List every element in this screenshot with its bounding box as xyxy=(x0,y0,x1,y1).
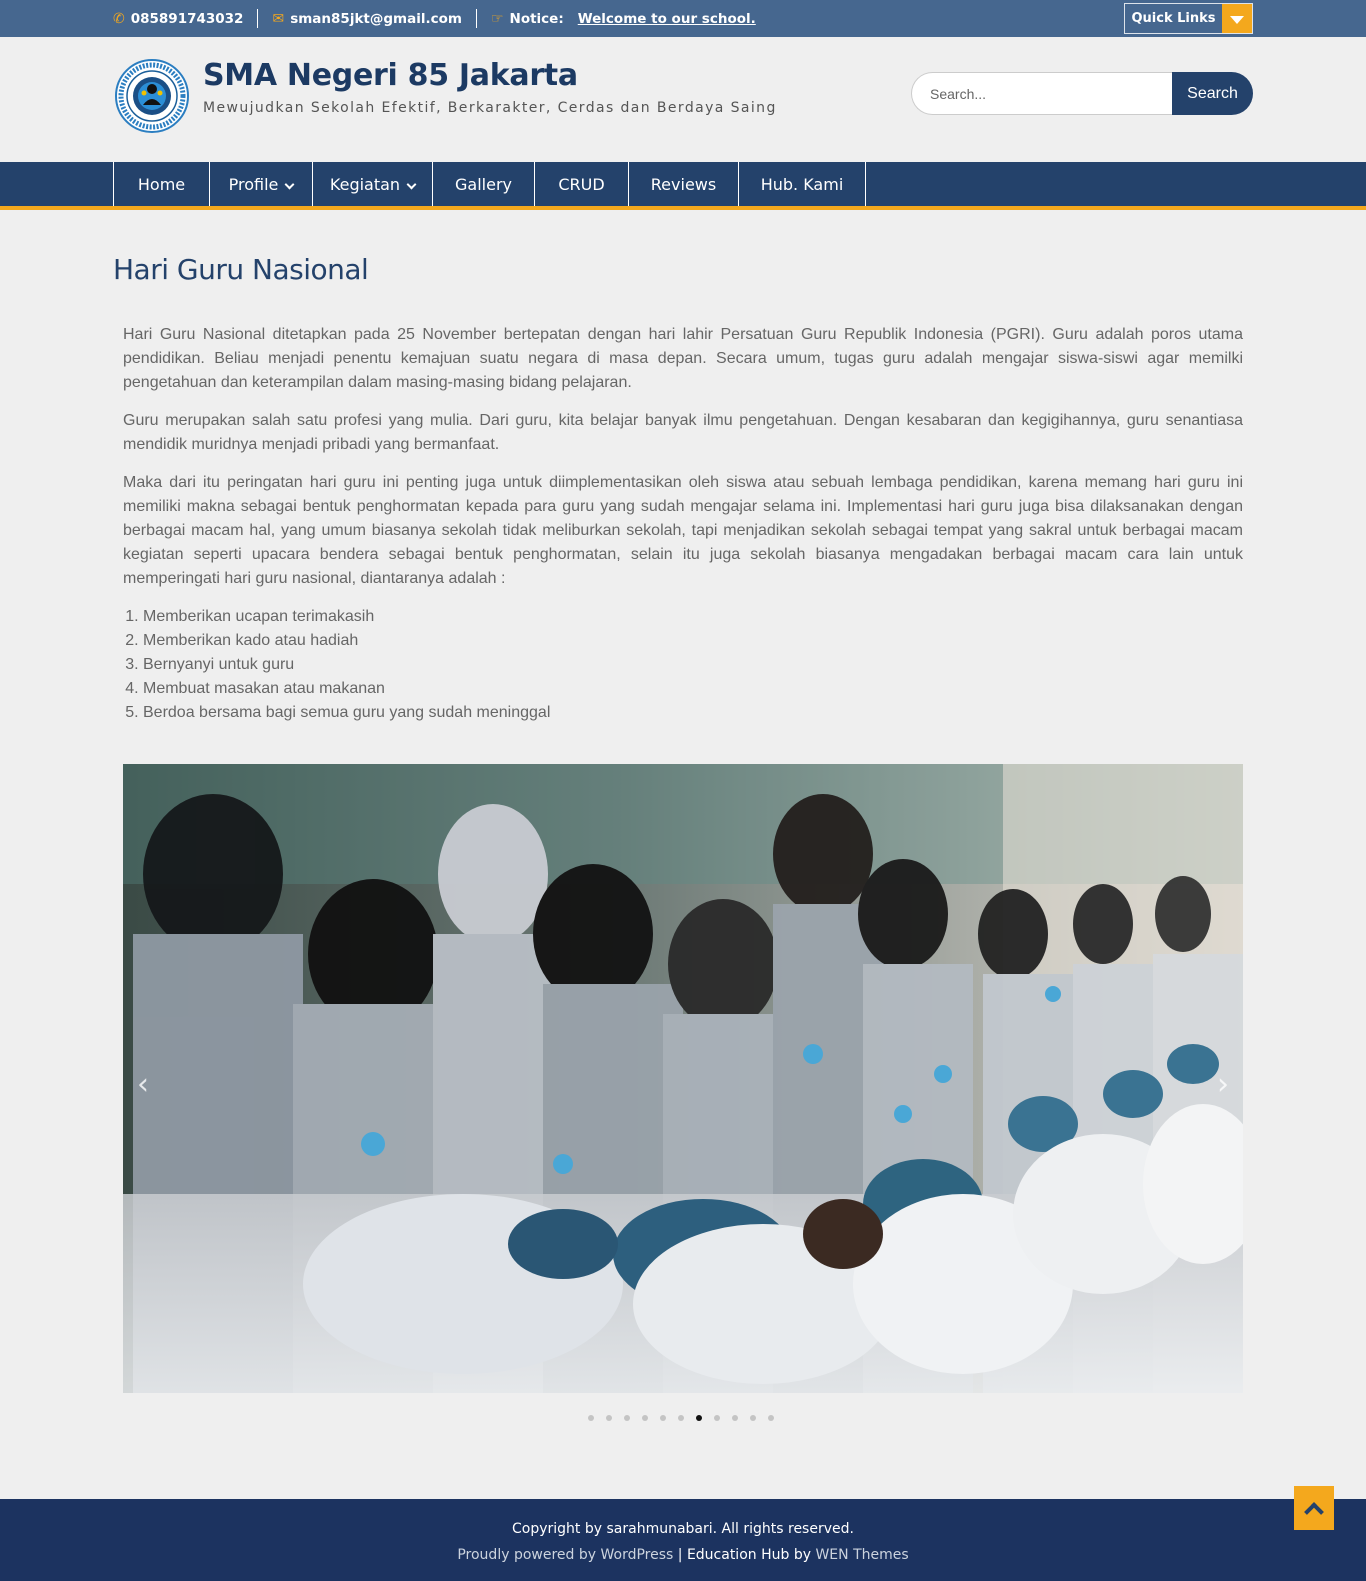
article-content: Hari Guru Nasional ditetapkan pada 25 No… xyxy=(123,323,1243,725)
email-contact[interactable]: ✉ sman85jkt@gmail.com xyxy=(272,9,477,28)
hand-pointer-icon: ☞ xyxy=(490,10,504,27)
nav-item-label: Home xyxy=(137,174,186,194)
copyright-text: Copyright by sarahmunabari. All rights r… xyxy=(512,1521,854,1537)
chevron-up-icon xyxy=(1304,1502,1324,1522)
footer-separator: | xyxy=(677,1547,683,1563)
powered-by: Proudly powered by WordPress | Education… xyxy=(0,1547,1366,1563)
article-paragraph: Hari Guru Nasional ditetapkan pada 25 No… xyxy=(123,326,1243,391)
slider-next-icon[interactable]: › xyxy=(1217,1070,1229,1100)
chevron-down-icon xyxy=(284,179,295,189)
nav-item-label: Gallery xyxy=(455,174,512,194)
slider-dot[interactable] xyxy=(732,1415,738,1421)
slider-dot[interactable] xyxy=(714,1415,720,1421)
nav-item-gallery[interactable]: Gallery xyxy=(433,162,535,206)
nav-item-crud[interactable]: CRUD xyxy=(535,162,629,206)
article-paragraph: Maka dari itu peringatan hari guru ini p… xyxy=(123,474,1243,587)
nav-item-profile[interactable]: Profile xyxy=(210,162,313,206)
nav-item-home[interactable]: Home xyxy=(114,162,210,206)
wordpress-link[interactable]: Proudly powered by WordPress xyxy=(457,1547,673,1563)
slider-dot[interactable] xyxy=(750,1415,756,1421)
slider-dot[interactable] xyxy=(660,1415,666,1421)
slider-prev-icon[interactable]: ‹ xyxy=(137,1070,149,1100)
notice-label: Notice: xyxy=(509,10,564,27)
slider-pagination xyxy=(588,1415,774,1421)
list-item: Memberikan kado atau hadiah xyxy=(143,629,1243,653)
main-navigation: Home Profile Kegiatan Gallery CRUD Reviews Hub… xyxy=(0,162,1366,210)
theme-by: by xyxy=(793,1547,811,1563)
search-input[interactable] xyxy=(911,72,1172,115)
email-address: sman85jkt@gmail.com xyxy=(290,10,462,27)
search-button[interactable]: Search xyxy=(1172,72,1253,115)
slider-dot[interactable] xyxy=(606,1415,612,1421)
phone-number: 085891743032 xyxy=(130,10,244,27)
slider-photo xyxy=(123,764,1243,1393)
notice-link[interactable]: Welcome to our school. xyxy=(578,11,756,27)
quick-links-dropdown[interactable]: Quick Links xyxy=(1124,3,1253,34)
nav-item-reviews[interactable]: Reviews xyxy=(629,162,739,206)
article-paragraph: Guru merupakan salah satu profesi yang m… xyxy=(123,412,1243,453)
list-item: Membuat masakan atau makanan xyxy=(143,677,1243,701)
nav-item-label: Hub. Kami xyxy=(760,174,844,194)
theme-name: Education Hub xyxy=(686,1547,790,1563)
notice: ☞ Notice: Welcome to our school. xyxy=(491,9,770,28)
nav-item-label: Profile xyxy=(228,174,279,194)
scroll-to-top-button[interactable] xyxy=(1294,1486,1334,1530)
envelope-icon: ✉ xyxy=(272,10,285,27)
site-title[interactable]: SMA Negeri 85 Jakarta xyxy=(203,58,578,93)
nav-item-kegiatan[interactable]: Kegiatan xyxy=(313,162,433,206)
site-description: Mewujudkan Sekolah Efektif, Berkarakter,… xyxy=(203,100,777,116)
nav-item-label: Reviews xyxy=(650,174,717,194)
search-form: Search xyxy=(911,72,1253,115)
phone-contact[interactable]: ✆ 085891743032 xyxy=(113,9,259,28)
list-item: Memberikan ucapan terimakasih xyxy=(143,605,1243,629)
theme-author-link[interactable]: WEN Themes xyxy=(815,1547,908,1563)
page-title: Hari Guru Nasional xyxy=(113,253,369,286)
school-logo[interactable] xyxy=(113,59,191,133)
image-slider[interactable]: ‹ › xyxy=(123,764,1243,1393)
slider-dot[interactable] xyxy=(768,1415,774,1421)
slider-dot[interactable] xyxy=(642,1415,648,1421)
slider-dot[interactable] xyxy=(588,1415,594,1421)
quick-links-label: Quick Links xyxy=(1131,11,1216,26)
caret-down-icon[interactable] xyxy=(1222,4,1252,33)
top-bar: ✆ 085891743032 ✉ sman85jkt@gmail.com ☞ N… xyxy=(0,0,1366,37)
article-list: Memberikan ucapan terimakasih Memberikan… xyxy=(143,605,1243,725)
site-footer: Copyright by sarahmunabari. All rights r… xyxy=(0,1499,1366,1581)
list-item: Berdoa bersama bagi semua guru yang suda… xyxy=(143,701,1243,725)
slider-dot[interactable] xyxy=(624,1415,630,1421)
chevron-down-icon xyxy=(406,179,417,189)
list-item: Bernyanyi untuk guru xyxy=(143,653,1243,677)
phone-icon: ✆ xyxy=(113,10,125,27)
slider-dot[interactable] xyxy=(678,1415,684,1421)
nav-item-label: Kegiatan xyxy=(329,174,401,194)
nav-item-hub-kami[interactable]: Hub. Kami xyxy=(739,162,866,206)
nav-item-label: CRUD xyxy=(558,174,605,194)
slider-dot[interactable] xyxy=(696,1415,702,1421)
